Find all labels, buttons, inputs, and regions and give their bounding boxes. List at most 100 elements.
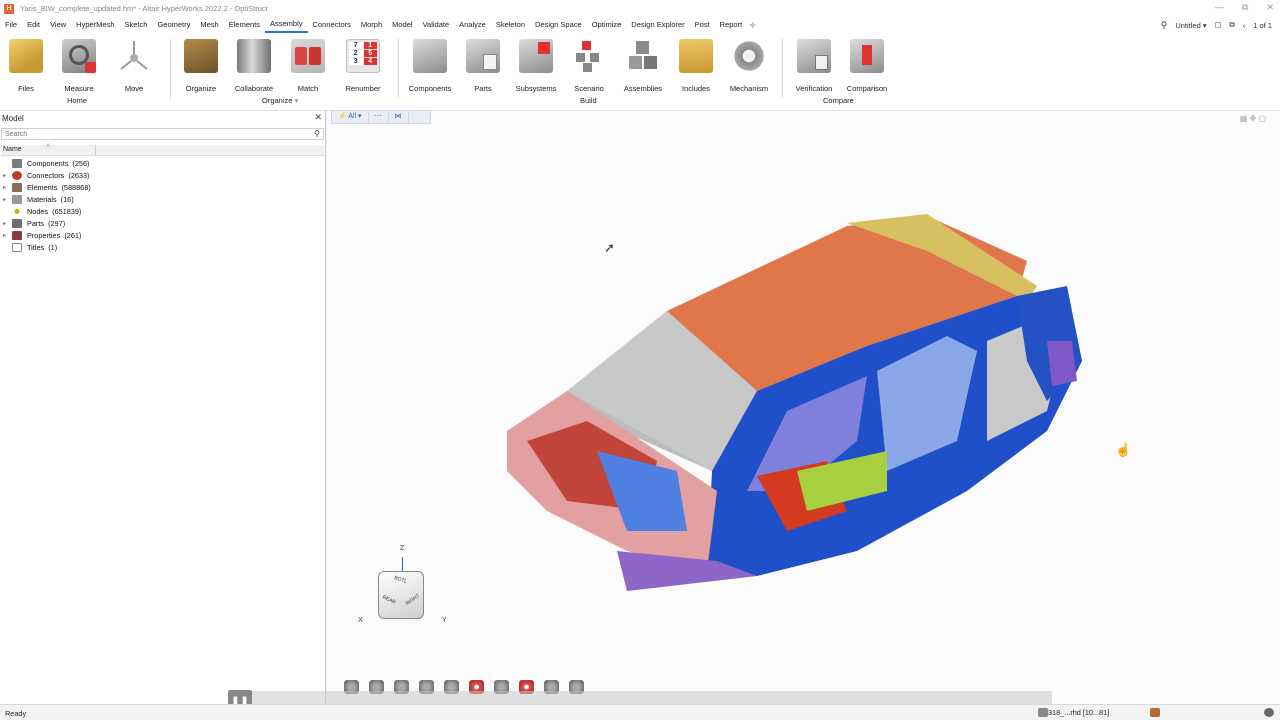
tree-item-components[interactable]: Components (256) — [3, 157, 89, 169]
menu-elements[interactable]: Elements — [224, 18, 265, 32]
match-tool-button[interactable]: Match — [282, 33, 334, 93]
new-page-icon[interactable]: ☐ — [1215, 21, 1222, 30]
column-divider[interactable] — [95, 145, 96, 155]
tree-item-connectors[interactable]: ▸ Connectors (2633) — [3, 169, 89, 181]
tree-item-count: (651839) — [52, 206, 82, 216]
session-dropdown[interactable]: Untitled ▾ — [1175, 21, 1206, 30]
search-icon[interactable]: ⚲ — [1161, 20, 1168, 31]
view-cube-face-top[interactable]: BOTL — [393, 575, 407, 585]
tree-item-parts[interactable]: ▸ Parts (297) — [3, 217, 65, 229]
tree-item-label: Parts — [27, 218, 45, 228]
minimize-button[interactable]: — — [1215, 2, 1224, 13]
organize-tool-button[interactable]: Organize — [175, 33, 227, 93]
column-name-header[interactable]: Name — [3, 146, 22, 153]
renumber-digit: 7 — [349, 42, 363, 49]
renumber-tool-button[interactable]: 7 1 2 5 3 4 Renumber — [337, 33, 389, 93]
files-tool-button[interactable]: Files — [0, 33, 52, 93]
menu-design-explorer[interactable]: Design Explorer — [626, 18, 689, 32]
menu-edit[interactable]: Edit — [22, 18, 45, 32]
close-window-button[interactable]: ✕ — [1266, 2, 1274, 13]
folder-icon — [679, 39, 713, 73]
filter-close-icon[interactable]: ⋈ — [389, 111, 409, 123]
tree-item-nodes[interactable]: Nodes (651839) — [3, 205, 81, 217]
ribbon-separator — [170, 39, 171, 99]
menu-add-icon[interactable]: ✚ — [747, 21, 758, 30]
view-cube-face-rear[interactable]: REAR — [381, 594, 396, 605]
renumber-label: Renumber — [345, 84, 381, 93]
graphics-viewport[interactable]: Z X Y BOTL REAR RIGHT ▦ ✥ ▢ — [327, 111, 1280, 704]
entity-filter-dropdown[interactable]: ⚡ All ▾ — [332, 111, 369, 123]
materials-icon — [12, 194, 22, 204]
organize-label: Organize — [185, 84, 217, 93]
menu-post[interactable]: Post — [690, 18, 715, 32]
entity-filter-bar[interactable]: ⚡ All ▾ ⋯ ⋈ — [331, 110, 431, 124]
verification-tool-button[interactable]: Verification — [788, 33, 840, 93]
measure-tool-button[interactable]: Measure — [53, 33, 105, 93]
scenario-tool-button[interactable]: Scenario — [563, 33, 615, 93]
view-cube-triad[interactable]: Z X Y BOTL REAR RIGHT — [358, 545, 447, 624]
menu-assembly[interactable]: Assembly — [265, 17, 308, 33]
viewport-layout-icon[interactable]: ▦ ✥ ▢ — [1240, 114, 1266, 123]
group-organize-label[interactable]: Organize ▾ — [262, 96, 298, 105]
assemblies-label: Assemblies — [623, 84, 663, 93]
menu-sketch[interactable]: Sketch — [120, 18, 153, 32]
menu-design-space[interactable]: Design Space — [530, 18, 587, 32]
axis-y-label: Y — [442, 617, 447, 624]
window-title: Yaris_BIW_complete_updated.hm* - Altair … — [20, 4, 268, 13]
renumber-digit: 4 — [363, 58, 377, 65]
restore-button[interactable]: ⧉ — [1242, 2, 1248, 13]
organize-group-text: Organize — [262, 96, 293, 105]
tree-item-titles[interactable]: Titles (1) — [3, 241, 57, 253]
expand-arrow-icon[interactable]: ▸ — [3, 172, 12, 179]
menu-hypermesh[interactable]: HyperMesh — [71, 18, 119, 32]
menu-model[interactable]: Model — [387, 18, 417, 32]
search-icon[interactable]: ⚲ — [314, 129, 320, 138]
filter-label: All — [348, 113, 357, 120]
menu-geometry[interactable]: Geometry — [152, 18, 195, 32]
hand-icon[interactable] — [1150, 708, 1160, 717]
view-cube[interactable]: BOTL REAR RIGHT — [378, 571, 424, 619]
collaborate-tool-button[interactable]: Collaborate — [228, 33, 280, 93]
tree-item-label: Elements — [27, 182, 58, 192]
menu-view[interactable]: View — [45, 18, 71, 32]
settings-gear-icon[interactable] — [1264, 708, 1274, 717]
expand-arrow-icon[interactable]: ▸ — [3, 232, 12, 239]
expand-arrow-icon[interactable]: ▸ — [3, 196, 12, 203]
mechanism-tool-button[interactable]: Mechanism — [723, 33, 775, 93]
tree-item-elements[interactable]: ▸ Elements (588868) — [3, 181, 91, 193]
expand-arrow-icon[interactable]: ▸ — [3, 184, 12, 191]
components-tool-button[interactable]: Components — [404, 33, 456, 93]
menu-skeleton[interactable]: Skeleton — [491, 18, 530, 32]
tree-column-header[interactable]: Name ˄ — [1, 143, 324, 156]
menu-connectors[interactable]: Connectors — [308, 18, 356, 32]
car-body-in-white-model[interactable] — [327, 111, 1280, 704]
subsystems-tool-button[interactable]: Subsystems — [510, 33, 562, 93]
tree-item-count: (588868) — [61, 182, 91, 192]
tree-item-materials[interactable]: ▸ Materials (16) — [3, 193, 74, 205]
tree-item-count: (2633) — [68, 170, 90, 180]
model-search-input[interactable] — [1, 128, 324, 140]
tree-item-count: (1) — [48, 242, 58, 252]
menu-morph[interactable]: Morph — [356, 18, 387, 32]
more-options-icon[interactable]: ⋯ — [369, 111, 389, 123]
menu-validate[interactable]: Validate — [418, 18, 455, 32]
menu-file[interactable]: File — [0, 18, 22, 32]
close-icon[interactable]: ✕ — [314, 112, 322, 123]
view-cube-face-right[interactable]: RIGHT — [405, 593, 421, 607]
includes-tool-button[interactable]: Includes — [670, 33, 722, 93]
elements-icon — [12, 182, 22, 192]
menu-optimize[interactable]: Optimize — [587, 18, 627, 32]
page-prev-icon[interactable]: ‹ — [1243, 21, 1246, 30]
move-tool-button[interactable]: Move — [108, 33, 160, 93]
menu-mesh[interactable]: Mesh — [195, 18, 223, 32]
tree-item-properties[interactable]: ▸ Properties (261) — [3, 229, 81, 241]
page-layout-icon[interactable]: ⧉ — [1229, 20, 1234, 30]
comparison-tool-button[interactable]: Comparison — [841, 33, 893, 93]
menu-report[interactable]: Report — [715, 18, 748, 32]
renumber-digit: 3 — [349, 58, 363, 65]
menu-analyze[interactable]: Analyze — [454, 18, 491, 32]
assemblies-tool-button[interactable]: Assemblies — [617, 33, 669, 93]
assemblies-icon — [626, 39, 660, 73]
parts-tool-button[interactable]: Parts — [457, 33, 509, 93]
expand-arrow-icon[interactable]: ▸ — [3, 220, 12, 227]
